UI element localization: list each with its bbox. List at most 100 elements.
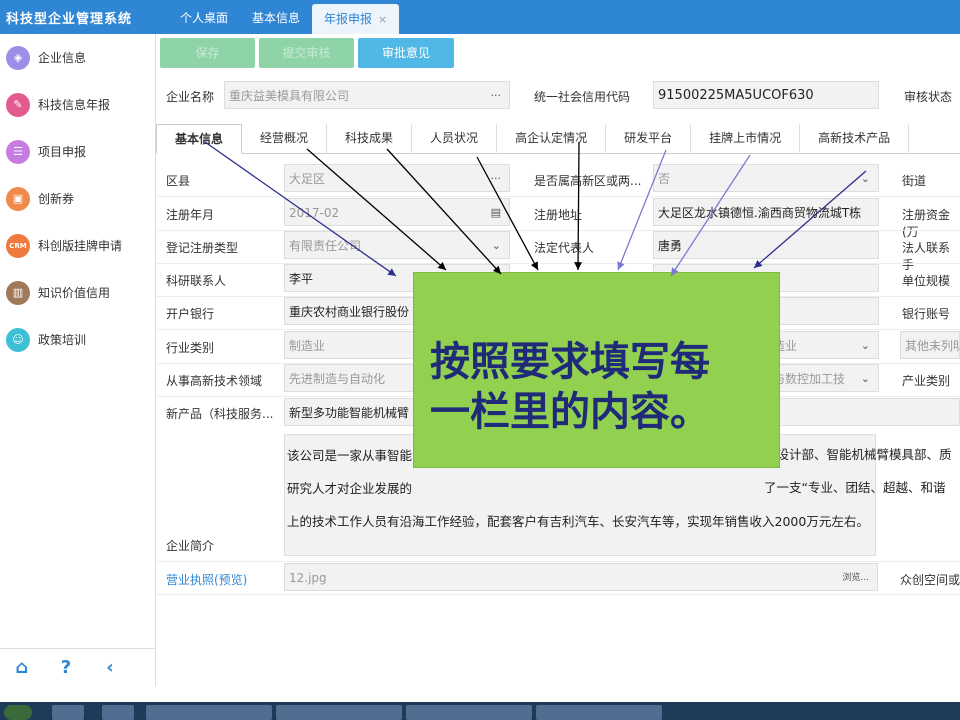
industry-category-label: 产业类别 [902, 374, 951, 388]
research-contact-label: 科研联系人 [166, 274, 227, 288]
subtab-operation[interactable]: 经营概况 [242, 124, 328, 154]
legal-rep-label: 法定代表人 [534, 241, 595, 255]
subtab-hightech-cert[interactable]: 高企认定情况 [497, 124, 607, 154]
user-icon: ☺ [6, 327, 30, 352]
sidebar: ◈ 企业信息 ✎ 科技信息年报 ☰ 项目申报 ▣ 创新券 CRM 科创版挂牌申请… [0, 34, 156, 686]
county-field[interactable]: 大足区 ··· [284, 164, 510, 192]
report-icon: ✎ [6, 92, 30, 117]
intro-overflow: 设设计部、智能机械臂模具部、质 了一支“专业、团结、超越、和谐 [764, 438, 960, 504]
tab-annual-report[interactable]: 年报申报 × [312, 4, 400, 34]
instruction-line: 一栏里的内容。 [430, 388, 710, 435]
toolbar: 保存 提交审核 审批意见 [160, 38, 454, 68]
legal-rep-field[interactable]: 唐勇 [653, 231, 879, 259]
subtab-basic[interactable]: 基本信息 [156, 124, 243, 154]
more-icon[interactable]: ··· [491, 82, 502, 108]
voucher-icon: ▣ [6, 186, 30, 211]
sub-tabs: 基本信息 经营概况 科技成果 人员状况 高企认定情况 研发平台 挂牌上市情况 高… [156, 124, 960, 154]
approval-button[interactable]: 审批意见 [358, 38, 454, 68]
company-name-label: 企业名称 [166, 90, 215, 104]
tab-basic-info[interactable]: 基本信息 [240, 0, 312, 34]
unit-scale-label: 单位规模 [902, 274, 951, 288]
reg-capital-label: 注册资金(万 [902, 208, 951, 239]
tech-field-label: 从事高新技术领域 [166, 374, 263, 388]
sidebar-item-training[interactable]: ☺ 政策培训 [0, 316, 155, 363]
credit-code-label: 统一社会信用代码 [534, 90, 631, 104]
street-label: 街道 [902, 174, 927, 188]
subtab-personnel[interactable]: 人员状况 [412, 124, 498, 154]
sidebar-item-listing[interactable]: CRM 科创版挂牌申请 [0, 222, 155, 269]
collapse-icon[interactable]: ‹ [88, 657, 132, 678]
home-icon[interactable]: ⌂ [0, 657, 44, 678]
close-icon[interactable]: × [378, 13, 387, 26]
sidebar-item-label: 项目申报 [38, 145, 87, 159]
book-icon: ▥ [6, 280, 30, 305]
sidebar-item-voucher[interactable]: ▣ 创新券 [0, 175, 155, 222]
license-preview-link[interactable]: 营业执照(预览) [166, 571, 247, 588]
taskbar-window[interactable] [146, 705, 272, 720]
instruction-line: 按照要求填写每 [430, 338, 710, 385]
instruction-callout: 按照要求填写每 一栏里的内容。 [413, 272, 780, 468]
credit-code-field[interactable]: 91500225MA5UCOF630 [653, 81, 879, 109]
sidebar-item-label: 企业信息 [38, 51, 87, 65]
company-intro-label: 企业简介 [166, 539, 215, 553]
license-file-field[interactable]: 12.jpg 浏览... [284, 563, 878, 591]
reg-address-label: 注册地址 [534, 208, 583, 222]
help-icon[interactable]: ? [44, 657, 88, 678]
start-icon[interactable] [4, 705, 32, 720]
enterprise-icon: ◈ [6, 45, 30, 70]
sidebar-item-credit[interactable]: ▥ 知识价值信用 [0, 269, 155, 316]
browser-icon[interactable] [52, 705, 84, 720]
taskbar-window[interactable] [406, 705, 532, 720]
chevron-down-icon: ⌄ [860, 372, 870, 385]
chevron-down-icon: ⌄ [860, 172, 870, 185]
sidebar-item-label: 创新券 [38, 192, 75, 206]
license-file-value: 12.jpg [289, 571, 327, 585]
save-button[interactable]: 保存 [160, 38, 255, 68]
more-icon[interactable]: ··· [491, 165, 502, 191]
reg-address-field[interactable]: 大足区龙水镇德恒.渝西商贸物流城T栋 [653, 198, 879, 226]
sidebar-item-label: 科技信息年报 [38, 98, 111, 112]
subtab-listing[interactable]: 挂牌上市情况 [691, 124, 801, 154]
browse-button[interactable]: 浏览... [842, 564, 869, 590]
window-tabs: 个人桌面 基本信息 年报申报 × [168, 0, 400, 34]
subtab-achievement[interactable]: 科技成果 [327, 124, 413, 154]
sidebar-item-label: 科创版挂牌申请 [38, 239, 123, 253]
legal-contact-label: 法人联系手 [902, 241, 951, 272]
calendar-icon[interactable]: ▤ [491, 199, 501, 225]
intro-line: 设设计部、智能机械臂模具部、质 [764, 447, 952, 462]
submit-button[interactable]: 提交审核 [259, 38, 354, 68]
sidebar-item-project[interactable]: ☰ 项目申报 [0, 128, 155, 175]
taskbar-window[interactable] [536, 705, 662, 720]
chevron-down-icon: ⌄ [860, 339, 870, 352]
industry-label: 行业类别 [166, 341, 215, 355]
sidebar-footer: ⌂ ? ‹ [0, 648, 156, 686]
top-bar: 科技型企业管理系统 个人桌面 基本信息 年报申报 × [0, 0, 960, 34]
reg-date-label: 注册年月 [166, 208, 215, 222]
tab-annual-report-label: 年报申报 [324, 12, 373, 26]
industry-detail-select[interactable]: 其他未列明 [900, 331, 960, 359]
hightech-zone-label: 是否属高新区或两... [534, 174, 642, 188]
tab-desktop[interactable]: 个人桌面 [168, 0, 240, 34]
company-name-field[interactable]: 重庆益美模具有限公司 ··· [224, 81, 510, 109]
reg-date-value: 2017-02 [289, 206, 340, 220]
row-divider [156, 594, 960, 595]
subtab-rd-platform[interactable]: 研发平台 [606, 124, 692, 154]
incubator-label: 众创空间或 [900, 573, 960, 587]
os-taskbar [0, 702, 960, 720]
reg-type-select[interactable]: 有限责任公司 ⌄ [284, 231, 510, 259]
reg-date-field[interactable]: 2017-02 ▤ [284, 198, 510, 226]
hightech-zone-select[interactable]: 否 ⌄ [653, 164, 879, 192]
subtab-hightech-product[interactable]: 高新技术产品 [800, 124, 910, 154]
reg-type-value: 有限责任公司 [289, 239, 362, 253]
reg-type-label: 登记注册类型 [166, 241, 239, 255]
chevron-down-icon: ⌄ [491, 239, 501, 252]
browser-icon[interactable] [102, 705, 134, 720]
sidebar-item-enterprise[interactable]: ◈ 企业信息 [0, 34, 155, 81]
sidebar-item-label: 政策培训 [38, 333, 87, 347]
new-product-label: 新产品（科技服务... [166, 407, 274, 421]
taskbar-window[interactable] [276, 705, 402, 720]
crm-icon: CRM [6, 233, 30, 258]
county-value: 大足区 [289, 172, 326, 186]
sidebar-item-report[interactable]: ✎ 科技信息年报 [0, 81, 155, 128]
bank-account-label: 银行账号 [902, 307, 951, 321]
